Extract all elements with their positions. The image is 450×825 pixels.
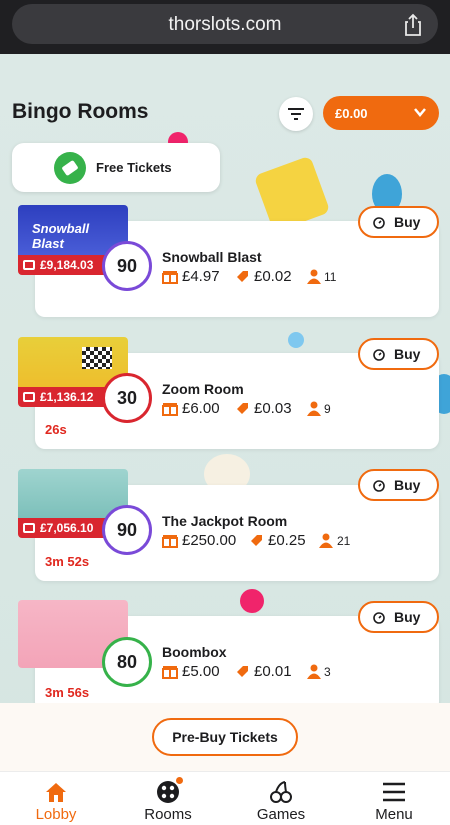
gift-icon bbox=[162, 403, 178, 416]
players-icon bbox=[307, 269, 321, 284]
ticket-price-icon bbox=[237, 403, 248, 414]
ticket-price: £0.03 bbox=[254, 400, 292, 417]
ticket-price-icon bbox=[251, 535, 262, 546]
ticket-price: £0.25 bbox=[268, 532, 306, 549]
countdown-timer: 3m 56s bbox=[45, 685, 90, 700]
buy-button[interactable]: Buy bbox=[358, 338, 439, 370]
share-icon[interactable] bbox=[402, 13, 424, 37]
prize-value: £5.00 bbox=[182, 663, 220, 680]
coins-icon bbox=[23, 260, 35, 270]
players-icon bbox=[307, 401, 321, 416]
ticket-price: £0.02 bbox=[254, 268, 292, 285]
coins-icon bbox=[23, 392, 35, 402]
gift-icon bbox=[162, 666, 178, 679]
players-count: 11 bbox=[324, 270, 337, 284]
stopwatch-icon bbox=[373, 612, 385, 624]
room-name: Zoom Room bbox=[162, 381, 244, 397]
bottom-nav: Lobby Rooms Games Menu bbox=[0, 771, 450, 825]
bingo-ball-badge: 30 bbox=[102, 373, 152, 423]
gift-icon bbox=[162, 535, 178, 548]
balance-dropdown[interactable]: £0.00 bbox=[323, 96, 439, 130]
balance-value: £0.00 bbox=[335, 106, 368, 121]
home-icon bbox=[46, 783, 66, 802]
prebuy-tickets-button[interactable]: Pre-Buy Tickets bbox=[152, 718, 298, 756]
hamburger-icon bbox=[383, 782, 405, 802]
buy-button[interactable]: Buy bbox=[358, 469, 439, 501]
room-name: The Jackpot Room bbox=[162, 513, 288, 529]
filter-icon bbox=[288, 108, 304, 120]
nav-lobby[interactable]: Lobby bbox=[0, 772, 112, 825]
prize-value: £6.00 bbox=[182, 400, 220, 417]
notification-dot bbox=[176, 777, 183, 784]
prize-value: £250.00 bbox=[182, 532, 237, 549]
free-tickets-label: Free Tickets bbox=[96, 160, 172, 175]
nav-games[interactable]: Games bbox=[225, 772, 337, 825]
coins-icon bbox=[23, 523, 35, 533]
nav-rooms[interactable]: Rooms bbox=[112, 772, 224, 825]
players-count: 21 bbox=[337, 534, 351, 548]
filter-button[interactable] bbox=[279, 97, 313, 131]
countdown-timer: 26s bbox=[45, 422, 67, 437]
stopwatch-icon bbox=[373, 217, 385, 229]
url-text: thorslots.com bbox=[168, 14, 282, 35]
bingo-ball-badge: 90 bbox=[102, 505, 152, 555]
thumbnail-title: Snowball Blast bbox=[32, 221, 90, 251]
balloon-decoration bbox=[240, 589, 264, 613]
players-count: 9 bbox=[324, 402, 331, 416]
browser-bar: thorslots.com bbox=[0, 0, 450, 54]
room-name: Boombox bbox=[162, 644, 227, 660]
players-count: 3 bbox=[324, 665, 331, 679]
ticket-icon bbox=[54, 152, 86, 184]
address-bar[interactable]: thorslots.com bbox=[12, 4, 438, 44]
nav-menu[interactable]: Menu bbox=[338, 772, 450, 825]
chevron-down-icon bbox=[414, 108, 426, 117]
buy-button[interactable]: Buy bbox=[358, 601, 439, 633]
free-tickets-button[interactable]: Free Tickets bbox=[12, 143, 220, 192]
page-title: Bingo Rooms bbox=[12, 100, 149, 123]
bingo-ball-icon bbox=[157, 781, 179, 803]
pompom-decoration bbox=[288, 332, 304, 348]
room-name: Snowball Blast bbox=[162, 249, 262, 265]
countdown-timer: 3m 52s bbox=[45, 554, 90, 569]
bingo-ball-badge: 80 bbox=[102, 637, 152, 687]
checkered-flag-image bbox=[82, 347, 112, 369]
ticket-price: £0.01 bbox=[254, 663, 292, 680]
players-icon bbox=[307, 664, 321, 679]
buy-button[interactable]: Buy bbox=[358, 206, 439, 238]
players-icon bbox=[319, 533, 333, 548]
bingo-ball-badge: 90 bbox=[102, 241, 152, 291]
ticket-price-icon bbox=[237, 666, 248, 677]
stopwatch-icon bbox=[373, 349, 385, 361]
gift-icon bbox=[162, 271, 178, 284]
cherries-icon bbox=[270, 781, 292, 803]
ticket-price-icon bbox=[237, 271, 248, 282]
prize-value: £4.97 bbox=[182, 268, 220, 285]
stopwatch-icon bbox=[373, 480, 385, 492]
